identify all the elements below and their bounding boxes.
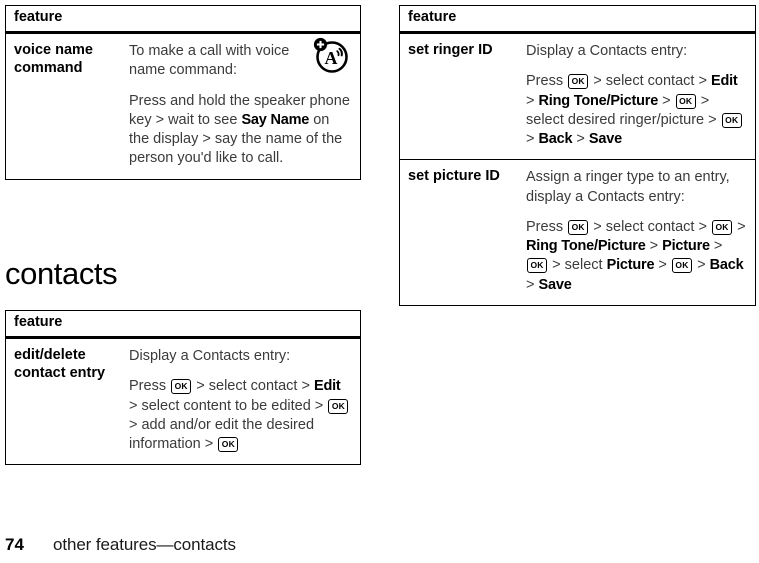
table-header-feature: feature [6,6,360,34]
svg-text:A: A [325,48,338,68]
page-footer: 74 other features—contacts [5,535,236,555]
menu-term: Back [538,131,573,148]
feature-name: edit/delete contact entry [14,346,106,381]
table-row: edit/delete contact entry Display a Conta… [6,339,360,464]
feature-description: Display a Contacts entry: Press OK > sele… [526,34,755,159]
ok-key-icon: OK [568,74,589,90]
ok-key-icon: OK [711,219,733,235]
table-header-feature: feature [6,311,360,339]
feature-name: set ringer ID [408,41,493,58]
ok-key-icon: OK [721,112,742,128]
ok-key-icon: OK [568,219,589,235]
voice-name-command-icon: A [312,36,352,74]
manual-page: feature voice name command A To make a call… [0,0,759,563]
ok-key-icon: OK [328,398,349,414]
menu-term: Save [538,276,572,293]
menu-term: Save [588,131,622,148]
menu-term: Edit [710,73,738,90]
feature-name: voice name command [14,41,93,76]
description-paragraph: Press and hold the speaker phone key > w… [129,92,350,167]
feature-table-ringer-picture-id: feature set ringer ID Display a Contacts e… [399,5,756,307]
description-paragraph: Press OK > select contact > Edit > Ring … [526,72,747,149]
feature-table-edit-delete-contact: feature edit/delete contact entry Display … [5,310,361,466]
description-paragraph: Press OK > select contact > OK > Ring To… [526,218,746,293]
ok-key-icon: OK [671,258,693,274]
menu-term: Ring Tone/Picture [538,92,659,109]
menu-term: Picture [606,257,655,274]
menu-term: Back [709,257,744,274]
table-row: set picture ID Assign a ringer type to an… [400,159,755,305]
ok-key-icon: OK [218,437,239,453]
feature-table-voice-name-command: feature voice name command A To make a call… [5,5,361,180]
menu-term: Edit [313,378,341,395]
ok-key-icon: OK [171,379,192,395]
ok-key-icon: OK [527,258,548,274]
table-header-feature: feature [400,6,755,34]
menu-term: Picture [662,238,710,255]
feature-description: A To make a call with voice name command:… [129,34,360,179]
description-paragraph: Display a Contacts entry: [526,42,688,59]
page-number: 74 [5,535,24,554]
table-row: voice name command A To make a call with v… [6,34,360,179]
menu-term: Say Name [241,111,310,128]
ok-key-icon: OK [675,93,696,109]
description-paragraph: Assign a ringer type to an entry, displa… [526,169,730,205]
running-head: other features—contacts [53,535,236,554]
description-paragraph: Display a Contacts entry: [129,347,291,364]
page-title: contacts [5,256,118,291]
feature-name: set picture ID [408,168,500,185]
description-paragraph: Press OK > select contact > Edit > selec… [129,377,352,454]
table-row: set ringer ID Display a Contacts entry: Pr… [400,34,755,159]
feature-description: Assign a ringer type to an entry, displa… [526,160,755,305]
feature-description: Display a Contacts entry: Press OK > sele… [129,339,360,464]
menu-term: Ring Tone/Picture [526,238,646,255]
